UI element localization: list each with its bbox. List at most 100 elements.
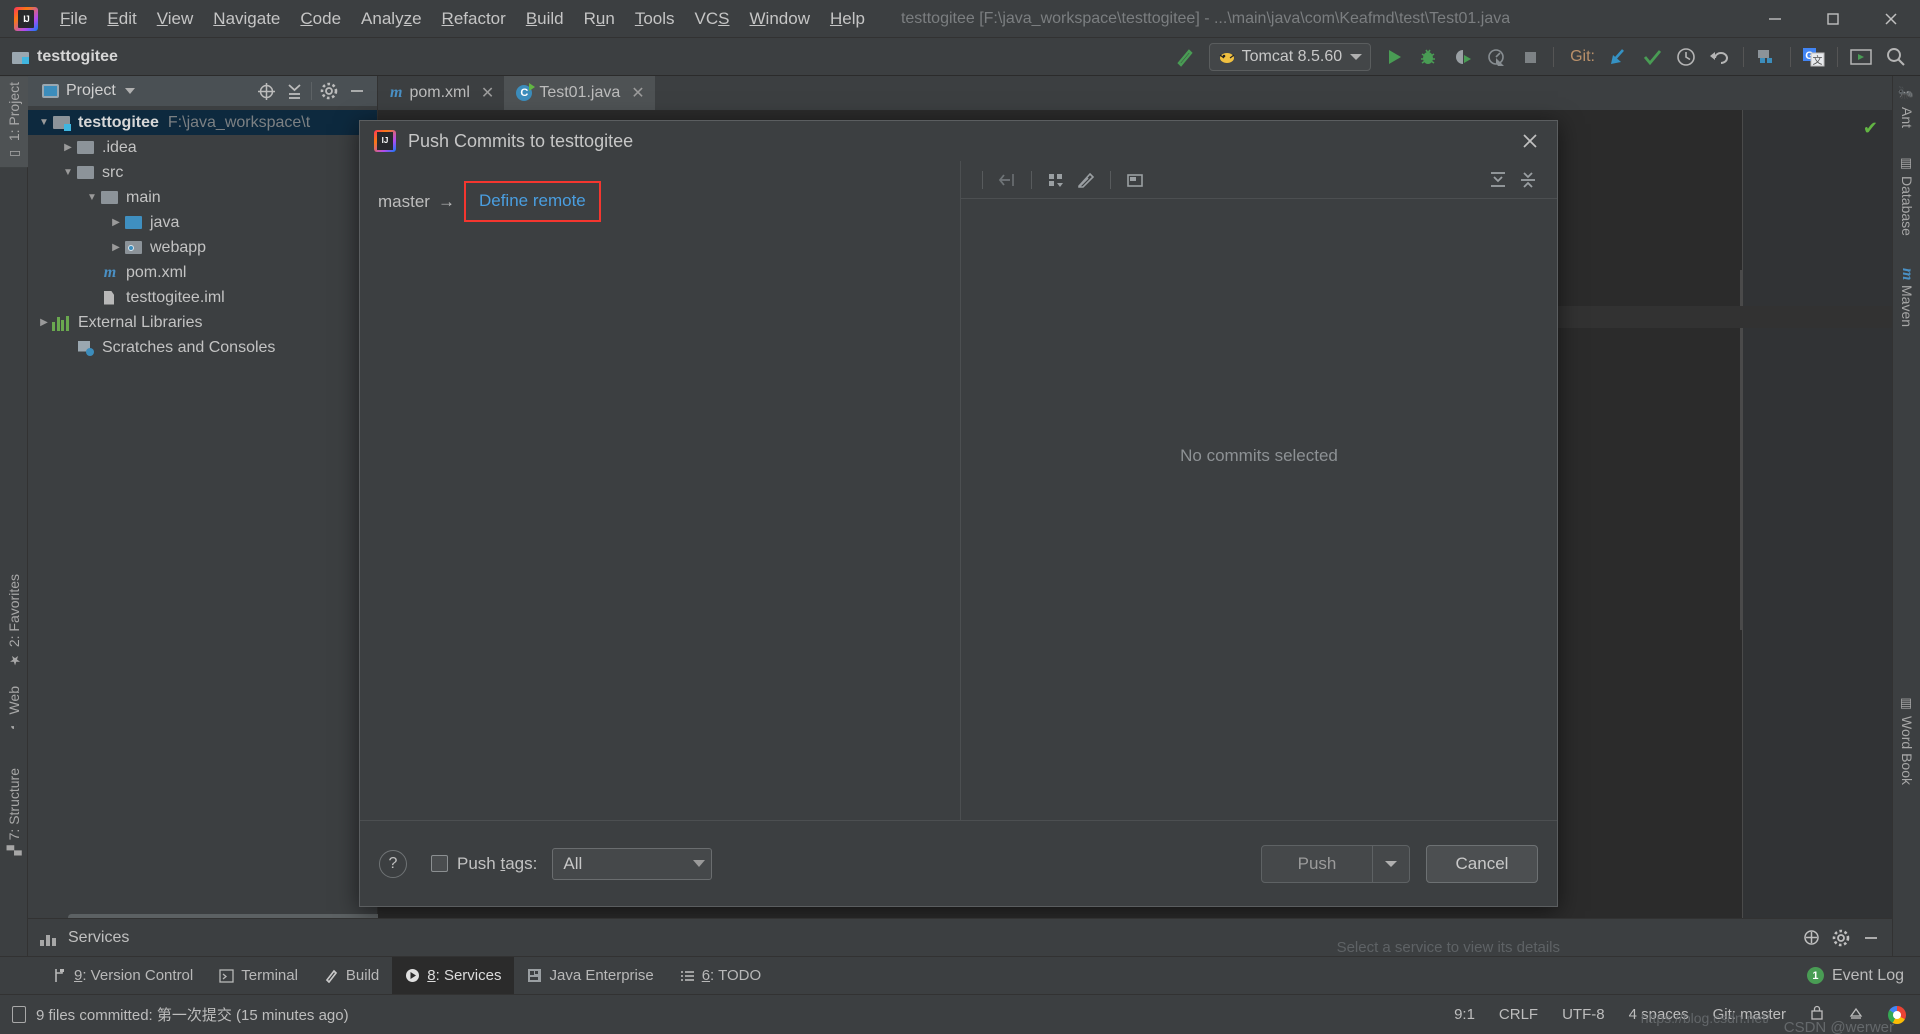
tree-row-testtogitee[interactable]: ▼ testtogitee F:\java_workspace\t: [28, 110, 377, 135]
tree-row-webapp[interactable]: ▶ webapp: [28, 235, 377, 260]
tab-test01-java[interactable]: C Test01.java ✕: [504, 76, 655, 110]
sidebar-item-database[interactable]: ▤ Database: [1893, 150, 1920, 242]
chevron-down-icon[interactable]: [124, 88, 135, 94]
push-tags-scope-value: All: [563, 853, 583, 873]
menu-view[interactable]: View: [147, 5, 204, 33]
line-separator[interactable]: CRLF: [1499, 1006, 1538, 1023]
caret-position[interactable]: 9:1: [1454, 1006, 1475, 1023]
tool-tab-build[interactable]: Build: [311, 957, 392, 995]
tree-path: F:\java_workspace\t: [167, 113, 311, 131]
debug-icon[interactable]: [1411, 42, 1445, 72]
hide-icon[interactable]: [1856, 925, 1886, 951]
terminal-icon[interactable]: [1844, 42, 1878, 72]
tool-tab-todo[interactable]: 6: TODO: [667, 957, 774, 995]
todo-icon: [680, 969, 695, 983]
tab-pom-xml[interactable]: m pom.xml ✕: [378, 76, 504, 110]
commit-icon[interactable]: [1635, 42, 1669, 72]
cancel-button[interactable]: Cancel: [1426, 844, 1538, 883]
tree-row-pom-xml[interactable]: m pom.xml: [28, 260, 377, 285]
commit-details-panel: No commits selected: [961, 161, 1557, 820]
event-log-label[interactable]: Event Log: [1832, 967, 1904, 985]
tree-row-testtogitee-iml[interactable]: testtogitee.iml: [28, 285, 377, 310]
sidebar-item-project[interactable]: ▭ 1: Project: [0, 76, 28, 168]
chevron-down-icon[interactable]: ▼: [60, 167, 76, 178]
menu-file[interactable]: File: [50, 5, 97, 33]
run-icon[interactable]: [1377, 42, 1411, 72]
translate-icon[interactable]: G文: [1797, 42, 1831, 72]
menu-help[interactable]: Help: [820, 5, 875, 33]
profile-icon[interactable]: [1479, 42, 1513, 72]
tree-row-external-libraries[interactable]: ▶ External Libraries: [28, 310, 377, 335]
close-icon[interactable]: ✕: [631, 83, 644, 103]
sidebar-item-word-book[interactable]: ▤ Word Book: [1893, 690, 1920, 791]
tree-label: External Libraries: [78, 313, 203, 331]
sidebar-label-word-book: Word Book: [1899, 716, 1915, 785]
tree-row-scratches-and-consoles[interactable]: Scratches and Consoles: [28, 335, 377, 360]
menu-build[interactable]: Build: [516, 5, 574, 33]
hide-icon[interactable]: [343, 78, 371, 104]
settings-icon[interactable]: [1826, 925, 1856, 951]
locate-icon[interactable]: [252, 78, 280, 104]
push-tags-label: Push tags:: [457, 853, 538, 873]
tree-row-idea[interactable]: ▶ .idea: [28, 135, 377, 160]
sidebar-item-ant[interactable]: 🐜 Ant: [1893, 80, 1920, 134]
chevron-down-icon[interactable]: ▼: [84, 192, 100, 203]
search-icon[interactable]: [1878, 42, 1912, 72]
file-encoding[interactable]: UTF-8: [1562, 1006, 1605, 1023]
tree-row-src[interactable]: ▼ src: [28, 160, 377, 185]
close-icon[interactable]: ✕: [481, 83, 494, 103]
minimize-icon[interactable]: [1746, 0, 1804, 38]
run-with-coverage-icon[interactable]: [1445, 42, 1479, 72]
push-options-dropdown[interactable]: [1373, 846, 1409, 882]
chevron-down-icon[interactable]: ▼: [36, 117, 52, 128]
tool-tab-terminal[interactable]: Terminal: [206, 957, 311, 995]
push-commits-dialog: IJ Push Commits to testtogitee master → …: [359, 120, 1558, 907]
tool-tab-services[interactable]: 8: Services: [392, 956, 515, 995]
project-structure-icon[interactable]: [1750, 42, 1784, 72]
menu-analyze[interactable]: Analyze: [351, 5, 432, 33]
build-icon[interactable]: [1169, 42, 1203, 72]
menu-edit[interactable]: Edit: [97, 5, 146, 33]
run-configuration-name: Tomcat 8.5.60: [1241, 48, 1343, 65]
menu-refactor[interactable]: Refactor: [432, 5, 516, 33]
sidebar-item-structure[interactable]: ▞ 7: Structure: [0, 762, 28, 861]
tool-tab-java-enterprise[interactable]: Java Enterprise: [514, 957, 666, 995]
sidebar-item-favorites[interactable]: ★ 2: Favorites: [0, 568, 28, 673]
add-icon[interactable]: [1796, 925, 1826, 951]
define-remote-link[interactable]: Define remote: [479, 191, 586, 210]
collapse-all-icon[interactable]: [280, 78, 308, 104]
menu-vcs[interactable]: VCS: [685, 5, 740, 33]
chevron-right-icon[interactable]: ▶: [108, 217, 124, 228]
settings-icon[interactable]: [315, 78, 343, 104]
tool-tab-version-control[interactable]: 9: Version Control: [40, 957, 206, 995]
chevron-right-icon[interactable]: ▶: [60, 142, 76, 153]
push-button[interactable]: Push: [1262, 846, 1372, 882]
menu-run[interactable]: Run: [574, 5, 625, 33]
sidebar-item-web[interactable]: ◔ Web: [0, 680, 28, 741]
inspection-ok-icon[interactable]: ✔: [1863, 118, 1878, 139]
event-log-area[interactable]: 1 Event Log: [1806, 967, 1920, 985]
close-icon[interactable]: [1513, 124, 1547, 158]
push-tags-scope-select[interactable]: All: [552, 847, 713, 880]
tree-row-java[interactable]: ▶ java: [28, 210, 377, 235]
menu-window[interactable]: Window: [740, 5, 820, 33]
run-configuration-selector[interactable]: Tomcat 8.5.60: [1208, 43, 1372, 71]
menu-tools[interactable]: Tools: [625, 5, 685, 33]
close-icon[interactable]: [1862, 0, 1920, 38]
stop-icon[interactable]: [1513, 42, 1547, 72]
chevron-right-icon[interactable]: ▶: [108, 242, 124, 253]
push-tags-checkbox[interactable]: [431, 855, 448, 872]
chevron-right-icon[interactable]: ▶: [36, 317, 52, 328]
undo-icon[interactable]: [1703, 42, 1737, 72]
help-button[interactable]: ?: [379, 849, 407, 878]
tree-row-main[interactable]: ▼ main: [28, 185, 377, 210]
push-button-group[interactable]: Push: [1261, 844, 1410, 883]
menu-navigate[interactable]: Navigate: [203, 5, 290, 33]
history-icon[interactable]: [1669, 42, 1703, 72]
maximize-icon[interactable]: [1804, 0, 1862, 38]
sidebar-item-maven[interactable]: m Maven: [1893, 262, 1920, 333]
toolbar-project-label[interactable]: testtogitee: [12, 48, 118, 66]
update-project-icon[interactable]: [1601, 42, 1635, 72]
status-message-area[interactable]: 9 files committed: 第一次提交 (15 minutes ago…: [0, 1004, 349, 1025]
menu-code[interactable]: Code: [290, 5, 351, 33]
